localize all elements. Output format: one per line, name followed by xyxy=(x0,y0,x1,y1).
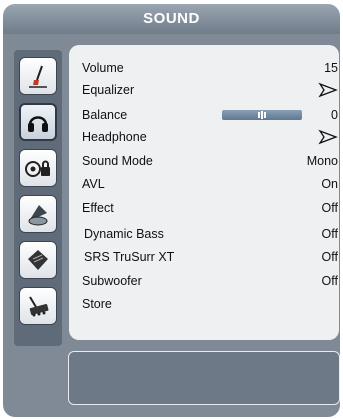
effect-value: Off xyxy=(321,201,338,215)
category-sidebar xyxy=(14,50,62,346)
menu-item-effect[interactable]: Effect Off xyxy=(82,197,338,219)
sidebar-item-guide[interactable] xyxy=(14,238,62,282)
sidebar-item-sources[interactable] xyxy=(14,284,62,328)
satellite-dish-icon xyxy=(19,195,57,233)
menu-item-sound-mode[interactable]: Sound Mode Mono xyxy=(82,150,338,172)
balance-knob-icon xyxy=(258,111,266,119)
headphone-label: Headphone xyxy=(82,130,147,144)
equalizer-label: Equalizer xyxy=(82,83,135,97)
menu-item-avl[interactable]: AVL On xyxy=(82,173,338,195)
balance-label: Balance xyxy=(82,108,128,122)
volume-label: Volume xyxy=(82,61,124,75)
volume-value: 15 xyxy=(324,61,338,75)
menu-item-store[interactable]: Store xyxy=(82,293,338,315)
balance-value: 0 xyxy=(331,108,338,122)
subwoofer-value: Off xyxy=(321,274,338,288)
menu-item-srs-trusurr[interactable]: SRS TruSurr XT Off xyxy=(82,246,338,268)
avl-label: AVL xyxy=(82,177,105,191)
menu-title: SOUND xyxy=(3,4,340,34)
info-box xyxy=(68,351,340,405)
sidebar-item-install[interactable] xyxy=(14,192,62,236)
document-notebook-icon xyxy=(19,241,57,279)
picture-brush-icon xyxy=(19,57,57,95)
menu-item-equalizer[interactable]: Equalizer xyxy=(82,79,338,101)
lock-settings-icon xyxy=(19,149,57,187)
menu-item-balance[interactable]: Balance 0 xyxy=(82,104,338,126)
store-label: Store xyxy=(82,297,112,311)
effect-label: Effect xyxy=(82,201,114,215)
headphone-sound-icon xyxy=(19,103,57,141)
balance-slider[interactable] xyxy=(222,110,302,120)
menu-item-volume[interactable]: Volume 15 xyxy=(82,57,338,79)
srs-label: SRS TruSurr XT xyxy=(84,250,175,264)
avl-value: On xyxy=(321,177,338,191)
dynamic-bass-label: Dynamic Bass xyxy=(84,227,164,241)
dynamic-bass-value: Off xyxy=(321,227,338,241)
menu-item-subwoofer[interactable]: Subwoofer Off xyxy=(82,270,338,292)
network-plug-icon xyxy=(19,287,57,325)
sidebar-item-sound[interactable] xyxy=(14,100,62,144)
sound-mode-label: Sound Mode xyxy=(82,154,153,168)
arrow-right-icon xyxy=(318,82,338,98)
menu-item-headphone[interactable]: Headphone xyxy=(82,126,338,148)
sidebar-item-settings[interactable] xyxy=(14,146,62,190)
menu-item-dynamic-bass[interactable]: Dynamic Bass Off xyxy=(82,223,338,245)
srs-value: Off xyxy=(321,250,338,264)
sound-menu-osd: SOUND Volume 15 Equalizer Balance 0 Head… xyxy=(0,0,343,419)
sound-mode-value: Mono xyxy=(306,154,338,168)
arrow-right-icon xyxy=(318,129,338,145)
sidebar-item-picture[interactable] xyxy=(14,54,62,98)
subwoofer-label: Subwoofer xyxy=(82,274,142,288)
